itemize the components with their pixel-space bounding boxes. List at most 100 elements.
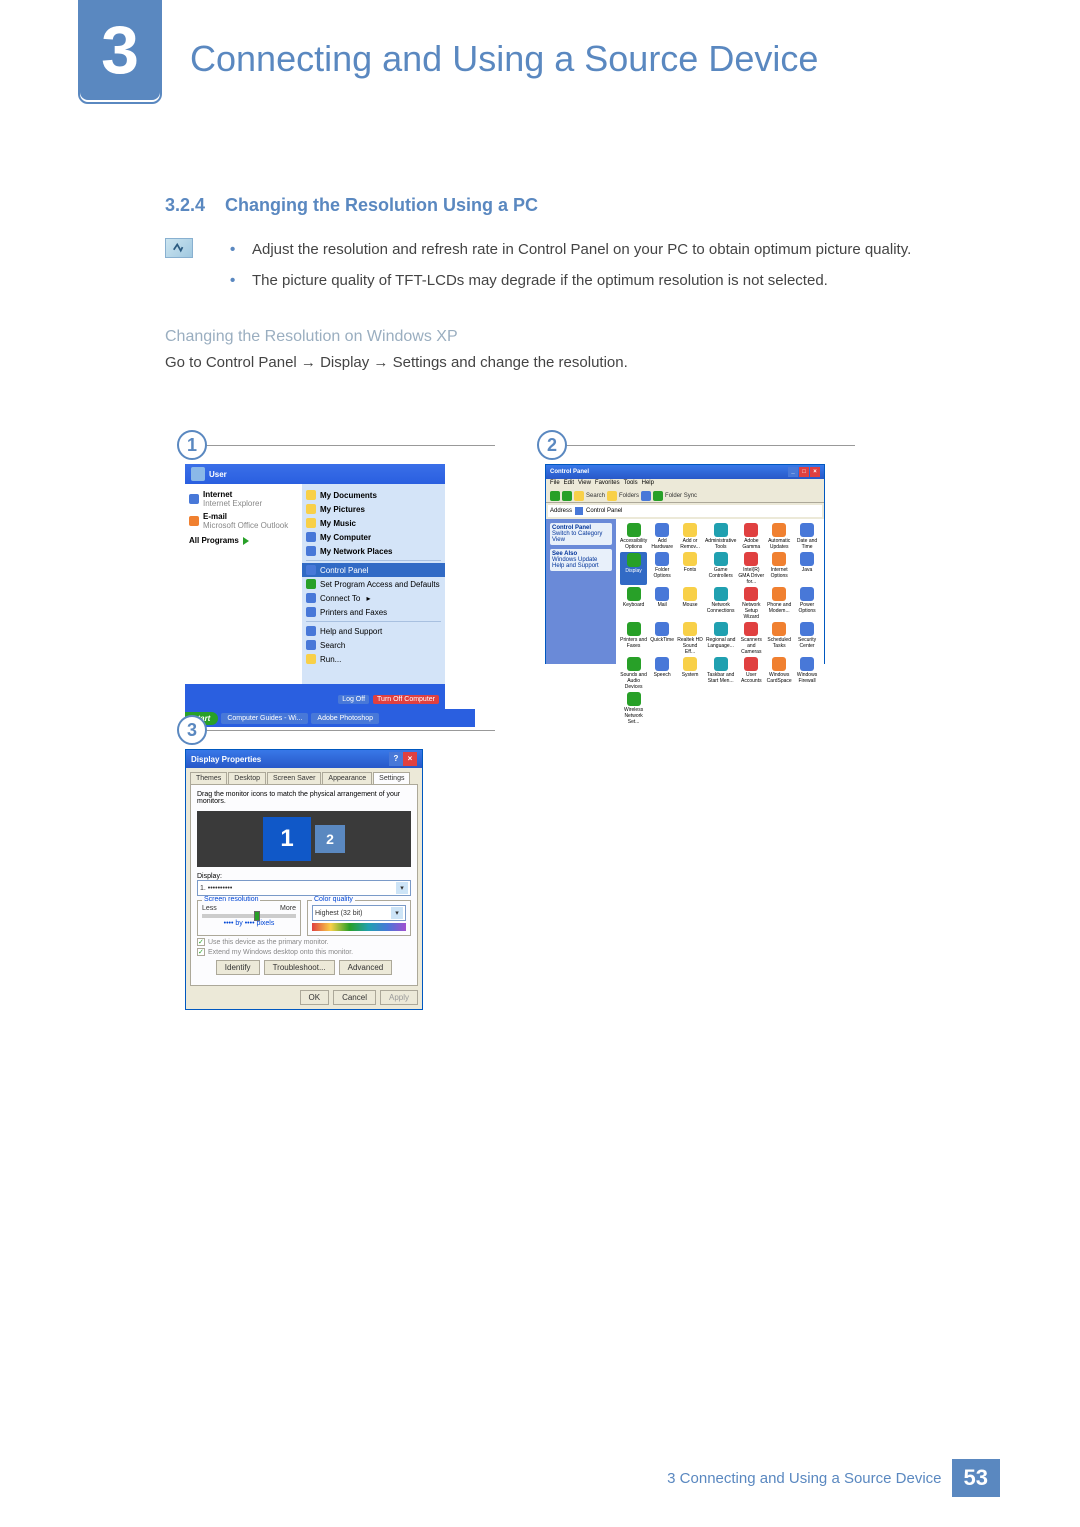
app-icon	[800, 657, 814, 671]
ok-button: OK	[300, 990, 330, 1005]
turn-off-button: Turn Off Computer	[373, 695, 439, 704]
control-panel-icon-item: Security Center	[794, 622, 820, 655]
monitor-2: 2	[315, 825, 345, 853]
app-icon	[655, 622, 669, 636]
control-panel-icon-item: Mail	[649, 587, 675, 620]
icon-label: Power Options	[794, 602, 820, 614]
control-panel-icon-item: Phone and Modem...	[766, 587, 792, 620]
window-controls: ?×	[389, 752, 417, 766]
help-support: Help and Support	[320, 627, 382, 636]
note-bullets: • Adjust the resolution and refresh rate …	[230, 238, 950, 301]
control-panel-icon-item: Windows CardSpace	[766, 657, 792, 690]
control-panel-icon-item: Realtek HD Sound Eff...	[677, 622, 703, 655]
monitor-1: 1	[263, 817, 311, 861]
tab-themes: Themes	[190, 772, 227, 784]
subsection-title: Changing the Resolution on Windows XP	[165, 328, 458, 346]
display-properties-screenshot: Display Properties?× Themes Desktop Scre…	[185, 749, 423, 1010]
app-icon	[714, 622, 728, 636]
app-icon	[683, 523, 697, 537]
app-icon	[714, 587, 728, 601]
display-dropdown-label: Display:	[197, 873, 411, 880]
figure-3: 3 Display Properties?× Themes Desktop Sc…	[185, 730, 495, 1010]
control-panel-item: Control Panel	[320, 566, 368, 575]
control-panel-icon-item: Scheduled Tasks	[766, 622, 792, 655]
control-panel-screenshot: Control Panel_□× FileEditViewFavoritesTo…	[545, 464, 825, 664]
app-icon	[772, 523, 786, 537]
dialog-title: Display Properties	[191, 755, 261, 764]
note-text-2: The picture quality of TFT-LCDs may degr…	[252, 269, 828, 292]
control-panel-icon-item: Administrative Tools	[705, 523, 736, 550]
figure-2: 2 Control Panel_□× FileEditViewFavorites…	[545, 445, 855, 664]
app-icon	[714, 657, 728, 671]
troubleshoot-button: Troubleshoot...	[264, 960, 335, 975]
checkbox-icon	[197, 938, 205, 946]
app-icon	[800, 552, 814, 566]
display-dropdown: 1. ••••••••••▾	[197, 880, 411, 896]
app-icon	[744, 657, 758, 671]
bullet-dot: •	[230, 269, 242, 292]
control-panel-icon-item: User Accounts	[738, 657, 764, 690]
icon-label: Scheduled Tasks	[766, 637, 792, 649]
start-menu-screenshot: User InternetInternet Explorer E-mailMic…	[185, 464, 445, 709]
icon-label: Folder Options	[649, 567, 675, 579]
icon-label: Taskbar and Start Men...	[705, 672, 736, 684]
icon-label: Wireless Network Set...	[620, 707, 647, 725]
advanced-button: Advanced	[339, 960, 393, 975]
app-icon	[800, 587, 814, 601]
icon-label: Realtek HD Sound Eff...	[677, 637, 703, 655]
views-icon	[641, 491, 651, 501]
control-panel-icon-item: Network Setup Wizard	[738, 587, 764, 620]
connect-to: Connect To	[320, 594, 360, 603]
app-icon	[655, 552, 669, 566]
icon-label: Date and Time	[794, 538, 820, 550]
email-label: E-mail	[203, 512, 227, 521]
chevron-down-icon: ▾	[396, 882, 408, 894]
email-icon	[189, 516, 199, 526]
control-panel-icon-item: System	[677, 657, 703, 690]
page-footer: 3 Connecting and Using a Source Device 5…	[667, 1459, 1000, 1497]
folder-icon	[306, 490, 316, 500]
figure-number-3: 3	[177, 715, 207, 745]
control-panel-icon-item: Power Options	[794, 587, 820, 620]
icon-label: Administrative Tools	[705, 538, 736, 550]
app-icon	[744, 622, 758, 636]
note-text-1: Adjust the resolution and refresh rate i…	[252, 238, 911, 261]
footer-page-number: 53	[952, 1459, 1000, 1497]
app-icon	[714, 552, 728, 566]
icon-label: Intel(R) GMA Driver for...	[738, 567, 764, 585]
app-icon	[800, 523, 814, 537]
printers: Printers and Faxes	[320, 608, 387, 617]
control-panel-icon-item: Mouse	[677, 587, 703, 620]
control-panel-icon-item: Fonts	[677, 552, 703, 585]
icon-label: User Accounts	[738, 672, 764, 684]
tab-desktop: Desktop	[228, 772, 266, 784]
control-panel-icon	[575, 507, 583, 515]
up-icon	[574, 491, 584, 501]
printer-icon	[306, 607, 316, 617]
slider-thumb	[254, 911, 260, 921]
slider-less-label: Less	[202, 905, 217, 912]
menu-bar: FileEditViewFavoritesToolsHelp	[546, 479, 824, 489]
connect-icon	[306, 593, 316, 603]
control-panel-icon-item: Add or Remov...	[677, 523, 703, 550]
taskbar-item: Computer Guides - Wi...	[221, 713, 308, 724]
cancel-button: Cancel	[333, 990, 376, 1005]
app-icon	[772, 622, 786, 636]
icon-label: Phone and Modem...	[766, 602, 792, 614]
app-icon	[627, 587, 641, 601]
icon-label: Game Controllers	[705, 567, 736, 579]
control-panel-icon-item: Regional and Language...	[705, 622, 736, 655]
window-controls: _□×	[787, 467, 820, 477]
computer-icon	[306, 532, 316, 542]
app-icon	[744, 552, 758, 566]
control-panel-icon-item: Keyboard	[620, 587, 647, 620]
toolbar: SearchFoldersFolder Sync	[546, 489, 824, 503]
app-icon	[772, 657, 786, 671]
control-panel-icon-item: Adobe Gamma	[738, 523, 764, 550]
app-icon	[800, 622, 814, 636]
checkbox-icon	[197, 948, 205, 956]
icon-label: Network Setup Wizard	[738, 602, 764, 620]
footer-chapter-title: 3 Connecting and Using a Source Device	[667, 1470, 941, 1487]
my-network: My Network Places	[320, 547, 392, 556]
control-panel-icon-item: Java	[794, 552, 820, 585]
